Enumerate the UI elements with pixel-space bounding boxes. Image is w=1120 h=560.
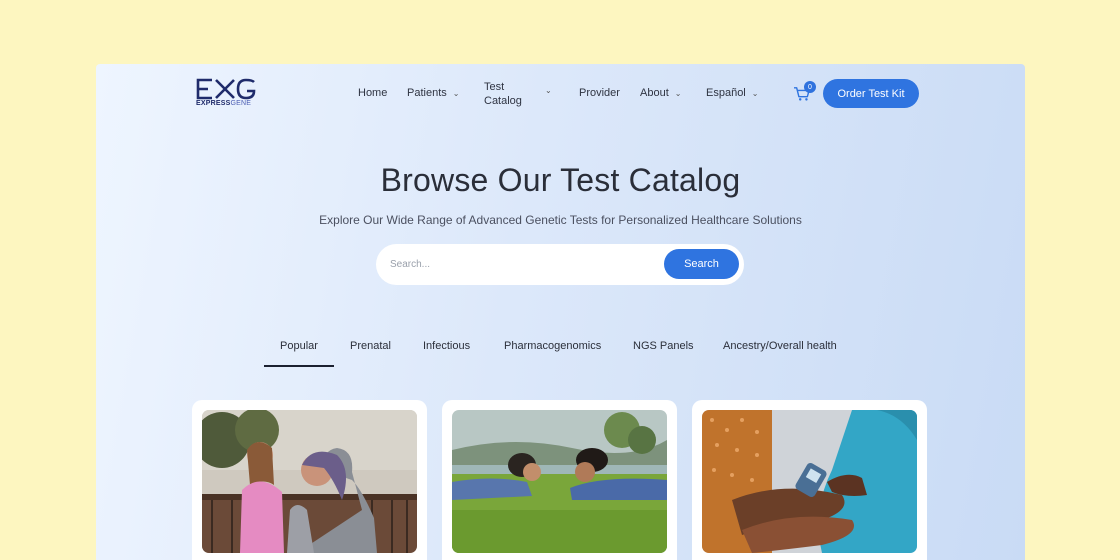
tab-ancestry-overall-health[interactable]: Ancestry/Overall health (723, 340, 837, 352)
test-card[interactable] (442, 400, 677, 560)
search-button[interactable]: Search (664, 249, 739, 279)
search-input[interactable] (390, 254, 650, 275)
nav-patients-label: Patients (407, 87, 447, 99)
chevron-down-icon: ⌄ (452, 88, 460, 98)
logo-wordmark: EXPRESSGENE (196, 100, 252, 107)
chevron-down-icon: ⌄ (751, 88, 759, 98)
category-tabs: Popular Prenatal Infectious Pharmacogeno… (96, 334, 1025, 374)
expressgene-logo[interactable]: EXPRESSGENE (196, 78, 258, 110)
browser-viewport: EXPRESSGENE Home Patients ⌄ Test Catalog … (96, 64, 1025, 560)
nav-provider-label: Provider (579, 87, 620, 99)
card-image-mother-daughter (202, 410, 417, 553)
cart-button[interactable]: 0 (793, 81, 817, 103)
tab-popular[interactable]: Popular (280, 340, 318, 352)
nav-home-label: Home (358, 87, 388, 99)
tab-ngs-panels[interactable]: NGS Panels (633, 340, 694, 352)
nav-test-catalog-label: Test Catalog (484, 81, 522, 107)
chevron-down-icon: ⌄ (674, 88, 682, 98)
cart-count-badge: 0 (804, 81, 816, 93)
nav-home[interactable]: Home (358, 87, 387, 99)
chevron-down-icon-catalog[interactable]: ⌄ (545, 86, 552, 95)
test-card[interactable] (692, 400, 927, 560)
nav-language-label: Español (706, 87, 746, 99)
nav-test-catalog[interactable]: Test Catalog (484, 80, 522, 108)
card-image-glucose-test (702, 410, 917, 553)
tab-prenatal[interactable]: Prenatal (350, 340, 391, 352)
order-test-kit-button[interactable]: Order Test Kit (823, 79, 919, 108)
chevron-down-icon: ⌄ (545, 86, 552, 95)
nav-about-label: About (640, 87, 669, 99)
page-title: Browse Our Test Catalog (380, 162, 741, 198)
tab-infectious[interactable]: Infectious (423, 340, 470, 352)
tab-pharmacogenomics[interactable]: Pharmacogenomics (504, 340, 601, 352)
active-tab-indicator (264, 365, 334, 367)
exg-logo-mark (196, 78, 256, 100)
search-bar: Search (376, 244, 744, 285)
page-subtitle: Explore Our Wide Range of Advanced Genet… (319, 213, 802, 227)
nav-provider[interactable]: Provider (579, 87, 620, 99)
test-card[interactable] (192, 400, 427, 560)
nav-about[interactable]: About ⌄ (640, 87, 681, 99)
nav-language[interactable]: Español ⌄ (706, 87, 758, 99)
top-navigation: EXPRESSGENE Home Patients ⌄ Test Catalog … (96, 64, 1025, 124)
card-image-kids-on-grass (452, 410, 667, 553)
nav-patients[interactable]: Patients ⌄ (407, 87, 459, 99)
